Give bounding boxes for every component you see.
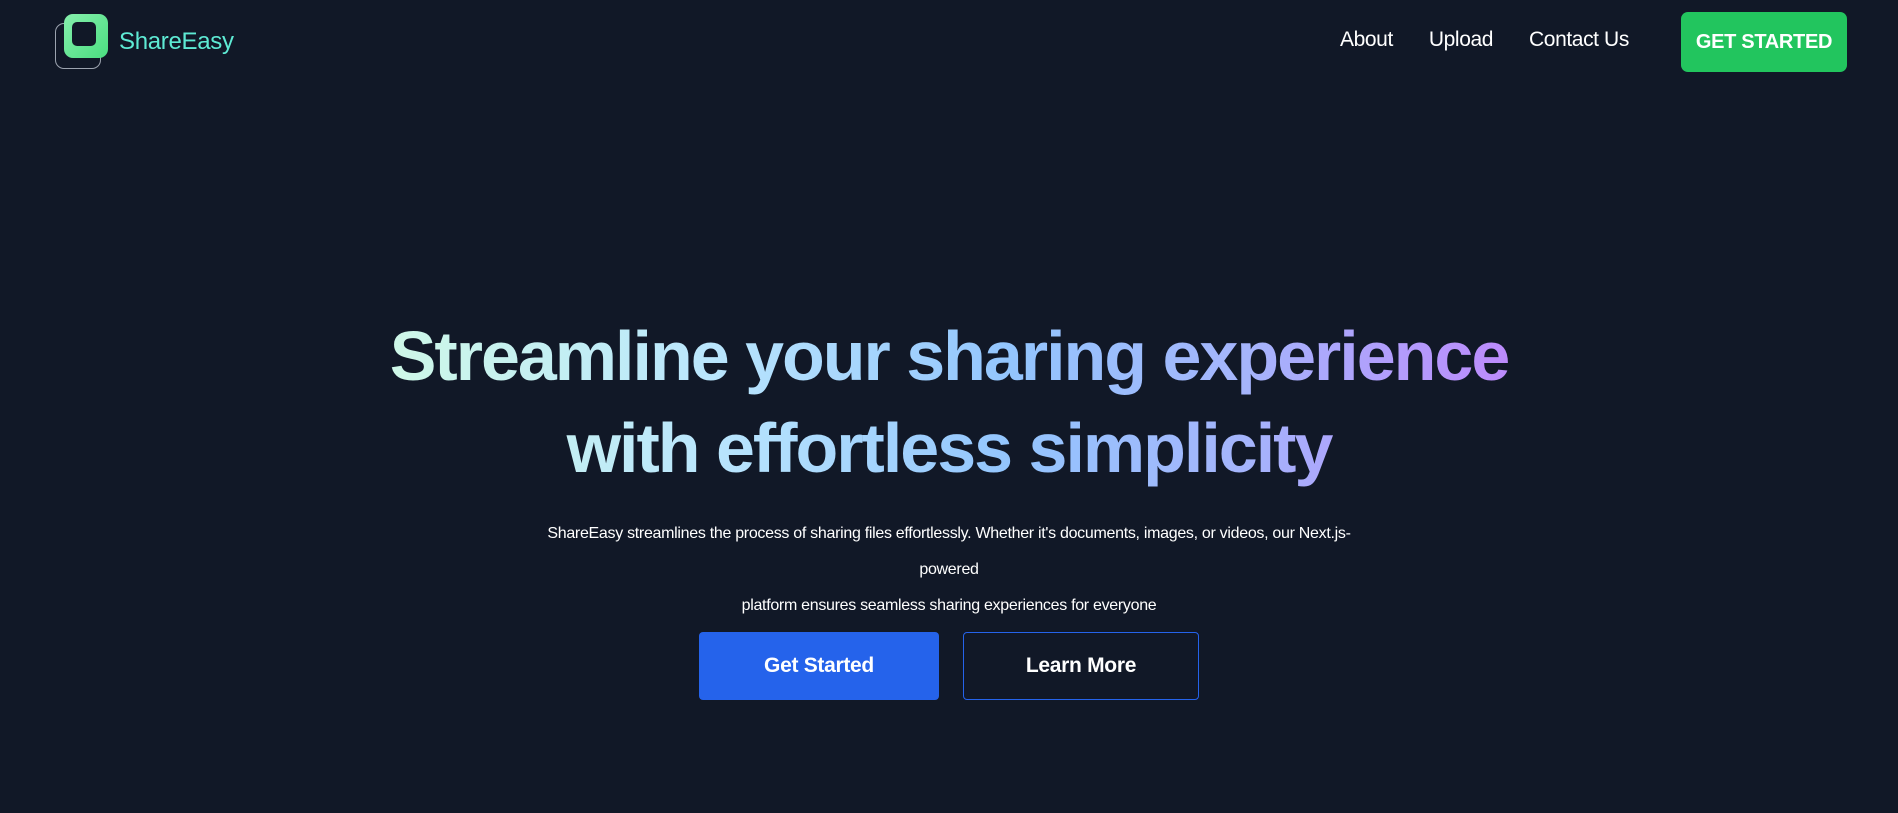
nav-link-contact-us[interactable]: Contact Us [1529, 28, 1629, 52]
hero-subtitle-line-2: platform ensures seamless sharing experi… [741, 597, 1157, 614]
hero-section: Streamline your sharing experience with … [0, 310, 1898, 624]
get-started-nav-button[interactable]: GET STARTED [1681, 12, 1847, 72]
hero-headline-line-2: with effortless simplicity [566, 409, 1332, 487]
hero-subtitle: ShareEasy streamlines the process of sha… [524, 516, 1374, 624]
hero-headline: Streamline your sharing experience with … [349, 310, 1549, 494]
hero-subtitle-line-1: ShareEasy streamlines the process of sha… [547, 525, 1351, 578]
hero-headline-line-1: Streamline your sharing experience [389, 317, 1509, 395]
nav-link-about[interactable]: About [1340, 28, 1393, 52]
nav-links: About Upload Contact Us [1340, 28, 1665, 52]
hero-buttons: Get Started Learn More [0, 632, 1898, 700]
logo-text: ShareEasy [119, 28, 234, 55]
logo-link[interactable]: ShareEasy [55, 13, 234, 71]
navbar: ShareEasy About Upload Contact Us GET ST… [0, 0, 1898, 85]
overlapping-squares-logo-icon [55, 13, 111, 71]
get-started-button[interactable]: Get Started [699, 632, 939, 700]
nav-link-upload[interactable]: Upload [1429, 28, 1494, 52]
learn-more-button[interactable]: Learn More [963, 632, 1199, 700]
